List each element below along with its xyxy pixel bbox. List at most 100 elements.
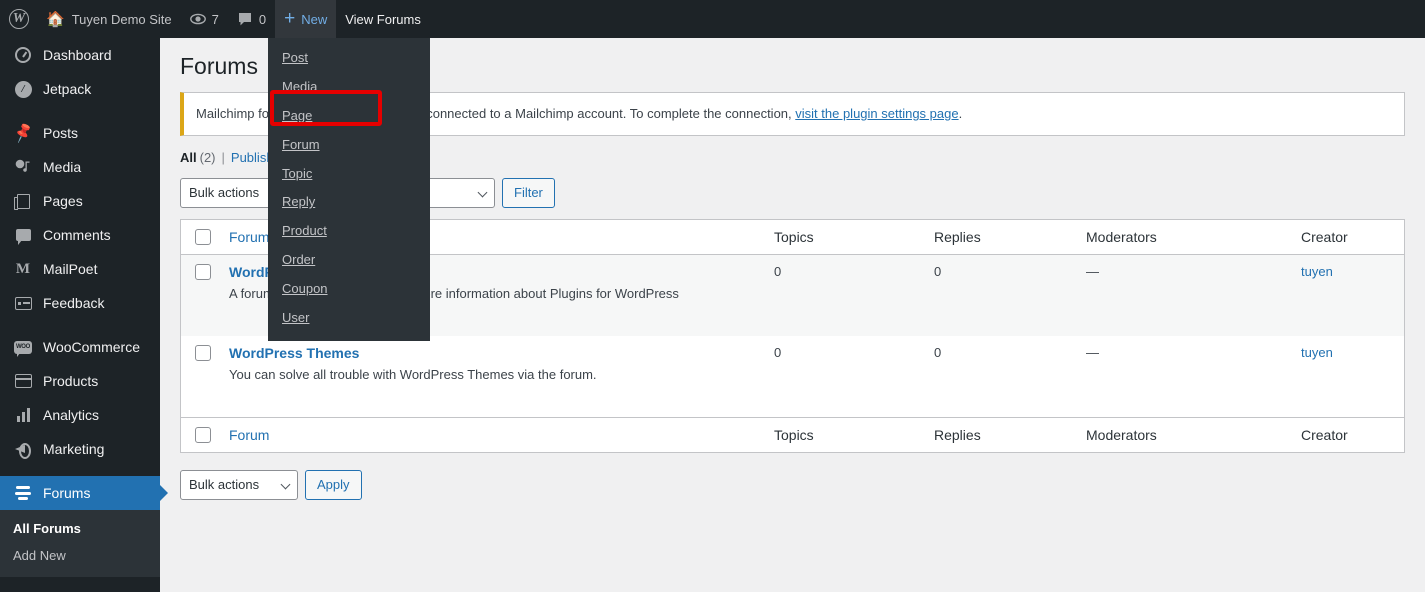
table-foot: Forum Topics Replies Moderators Creator <box>181 417 1404 452</box>
table-footer-row: Forum Topics Replies Moderators Creator <box>181 417 1404 452</box>
admin-sidebar-menu: Dashboard / Jetpack 📌 Posts Media Pages … <box>0 38 160 592</box>
sidebar-item-feedback[interactable]: Feedback <box>0 286 160 320</box>
sidebar-subitem-label: Add New <box>13 548 66 563</box>
sidebar-subitem-label: All Forums <box>13 521 81 536</box>
bulk-actions-select-bottom[interactable]: Bulk actions <box>180 470 298 500</box>
updates-count: 7 <box>212 12 219 27</box>
row-creator-link[interactable]: tuyen <box>1301 264 1333 279</box>
sidebar-item-forums[interactable]: Forums <box>0 476 160 510</box>
mailpoet-m-icon: M <box>13 262 33 277</box>
sidebar-item-label: MailPoet <box>43 261 97 277</box>
column-footer-topics: Topics <box>764 417 924 452</box>
row-actions-spacer <box>229 382 754 408</box>
menu-separator <box>0 106 160 116</box>
analytics-bars-icon <box>13 408 33 422</box>
row-creator-cell: tuyen <box>1291 255 1404 336</box>
row-moderators: — <box>1076 336 1291 417</box>
dashboard-gauge-icon <box>13 47 33 63</box>
column-header-forum-label[interactable]: Forum <box>229 229 269 245</box>
site-name-menu[interactable]: 🏠 Tuyen Demo Site <box>37 0 181 38</box>
column-header-replies: Replies <box>924 220 1076 255</box>
sidebar-item-label: Feedback <box>43 295 104 311</box>
select-all-header[interactable] <box>181 220 219 255</box>
new-menu-item-coupon[interactable]: Coupon <box>268 275 430 304</box>
sidebar-item-mailpoet[interactable]: M MailPoet <box>0 252 160 286</box>
comment-bubble-icon <box>237 11 253 27</box>
plugin-settings-link[interactable]: visit the plugin settings page <box>795 106 958 121</box>
new-menu-item-product[interactable]: Product <box>268 217 430 246</box>
row-topics-count: 0 <box>764 336 924 417</box>
page-title: Forums <box>180 52 258 82</box>
column-footer-forum-label[interactable]: Forum <box>229 427 269 443</box>
sidebar-item-jetpack[interactable]: / Jetpack <box>0 72 160 106</box>
forums-icon <box>13 486 33 500</box>
new-menu-item-order[interactable]: Order <box>268 246 430 275</box>
sidebar-item-label: Products <box>43 373 98 389</box>
row-creator-link[interactable]: tuyen <box>1301 345 1333 360</box>
column-footer-forum[interactable]: Forum <box>219 417 764 452</box>
sidebar-item-media[interactable]: Media <box>0 150 160 184</box>
filter-button[interactable]: Filter <box>502 178 555 208</box>
menu-separator <box>0 466 160 476</box>
sidebar-item-pages[interactable]: Pages <box>0 184 160 218</box>
row-select-cell[interactable] <box>181 336 219 417</box>
updates-indicator[interactable]: 7 <box>181 0 228 38</box>
sidebar-subitem-add-new[interactable]: Add New <box>0 542 160 569</box>
select-all-footer[interactable] <box>181 417 219 452</box>
select-all-checkbox[interactable] <box>195 229 211 245</box>
pin-icon: 📌 <box>13 124 33 142</box>
wordpress-logo-button[interactable]: W <box>0 0 37 38</box>
feedback-icon <box>13 297 33 310</box>
new-menu-item-page[interactable]: Page <box>268 102 430 131</box>
row-replies-count: 0 <box>924 255 1076 336</box>
jetpack-icon: / <box>13 81 33 98</box>
woocommerce-icon: WOO <box>13 341 33 354</box>
wordpress-logo-icon: W <box>9 9 29 29</box>
sidebar-item-woocommerce[interactable]: WOO WooCommerce <box>0 330 160 364</box>
sidebar-item-comments[interactable]: Comments <box>0 218 160 252</box>
row-checkbox[interactable] <box>195 345 211 361</box>
bulk-actions-select-bottom-wrapper[interactable]: Bulk actions <box>180 470 298 500</box>
sidebar-item-label: Dashboard <box>43 47 112 63</box>
row-forum-cell: WordPress Themes You can solve all troub… <box>219 336 764 417</box>
view-forums-link[interactable]: View Forums <box>336 0 430 38</box>
megaphone-icon <box>13 443 33 455</box>
new-menu-item-media[interactable]: Media <box>268 73 430 102</box>
row-title-link[interactable]: WordPress Themes <box>229 345 359 361</box>
sidebar-subitem-all-forums[interactable]: All Forums <box>0 515 160 542</box>
row-description: You can solve all trouble with WordPress… <box>229 367 754 382</box>
row-moderators: — <box>1076 255 1291 336</box>
select-all-checkbox-footer[interactable] <box>195 427 211 443</box>
row-replies-count: 0 <box>924 336 1076 417</box>
new-menu-item-reply[interactable]: Reply <box>268 188 430 217</box>
menu-separator <box>0 320 160 330</box>
new-menu-item-topic[interactable]: Topic <box>268 160 430 189</box>
apply-button[interactable]: Apply <box>305 470 362 500</box>
sidebar-item-label: Media <box>43 159 81 175</box>
new-content-menu[interactable]: + New <box>275 0 336 38</box>
admin-bar: W 🏠 Tuyen Demo Site 7 0 + New View Forum… <box>0 0 1425 38</box>
sidebar-item-marketing[interactable]: Marketing <box>0 432 160 466</box>
sidebar-item-label: Comments <box>43 227 111 243</box>
sidebar-item-label: WooCommerce <box>43 339 140 355</box>
new-menu-item-user[interactable]: User <box>268 304 430 333</box>
table-row: WordPress Themes You can solve all troub… <box>181 336 1404 417</box>
sidebar-item-analytics[interactable]: Analytics <box>0 398 160 432</box>
sidebar-item-products[interactable]: Products <box>0 364 160 398</box>
sidebar-item-posts[interactable]: 📌 Posts <box>0 116 160 150</box>
sidebar-item-dashboard[interactable]: Dashboard <box>0 38 160 72</box>
new-menu-item-post[interactable]: Post <box>268 44 430 73</box>
column-footer-creator: Creator <box>1291 417 1404 452</box>
row-select-cell[interactable] <box>181 255 219 336</box>
row-checkbox[interactable] <box>195 264 211 280</box>
comments-count: 0 <box>259 12 266 27</box>
view-all[interactable]: All(2) <box>180 150 216 165</box>
home-icon: 🏠 <box>46 10 65 28</box>
sidebar-item-label: Analytics <box>43 407 99 423</box>
view-forums-label: View Forums <box>345 12 421 27</box>
sidebar-item-label: Pages <box>43 193 83 209</box>
comments-indicator[interactable]: 0 <box>228 0 275 38</box>
sidebar-item-label: Jetpack <box>43 81 91 97</box>
new-menu-item-forum[interactable]: Forum <box>268 131 430 160</box>
site-name-label: Tuyen Demo Site <box>72 12 172 27</box>
